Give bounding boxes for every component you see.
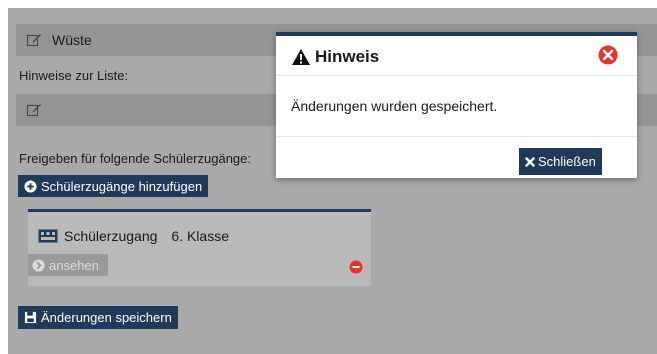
minus-circle-icon[interactable] [349,260,363,274]
edit-icon[interactable] [26,32,42,48]
plus-circle-icon [24,179,37,193]
dialog-title: Hinweis [291,47,379,67]
notice-dialog: Hinweis Änderungen wurden gespeichert. S… [276,32,637,178]
list-name-text: Wüste [52,32,92,48]
access-title: Schülerzugang 6. Klasse [38,228,229,244]
dialog-divider [276,136,637,137]
view-access-button[interactable]: ansehen [28,254,108,276]
add-access-label: Schülerzugänge hinzufügen [41,178,203,194]
close-button[interactable]: Schließen [519,148,602,175]
floppy-disk-icon [24,311,37,324]
chevron-circle-right-icon [32,258,45,272]
save-changes-button[interactable]: Änderungen speichern [18,306,178,329]
add-access-button[interactable]: Schülerzugänge hinzufügen [18,175,209,197]
view-access-label: ansehen [49,257,99,273]
app-frame: Wüste Hinweise zur Liste: Freigeben für … [0,0,657,354]
close-button-label: Schließen [538,154,596,169]
save-changes-label: Änderungen speichern [41,310,172,325]
dialog-title-text: Hinweis [315,47,380,66]
share-label: Freigeben für folgende Schülerzugänge: [19,151,251,166]
access-name: Schülerzugang [64,228,158,244]
student-access-card: Schülerzugang 6. Klasse ansehen [28,209,371,286]
warning-triangle-icon [292,49,310,65]
close-circle-icon[interactable] [598,45,618,65]
dialog-header: Hinweis [276,36,637,76]
keyboard-icon [38,229,58,243]
close-icon [525,156,535,167]
edit-icon[interactable] [26,102,42,118]
dialog-message: Änderungen wurden gespeichert. [291,98,498,114]
access-grade: 6. Klasse [171,228,229,244]
notes-label: Hinweise zur Liste: [19,68,129,83]
